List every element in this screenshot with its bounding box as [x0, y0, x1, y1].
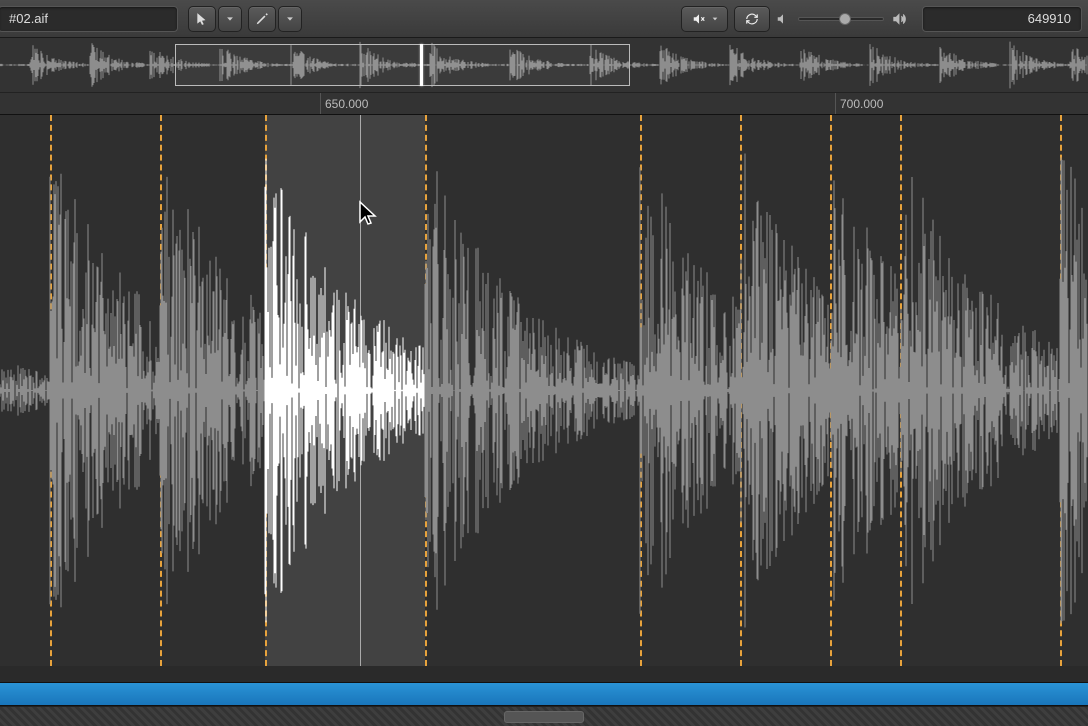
- chevron-down-icon: [711, 15, 719, 23]
- main-waveform-area[interactable]: [0, 115, 1088, 666]
- overview-waveform[interactable]: [0, 38, 1088, 93]
- scrollbar-thumb[interactable]: [504, 711, 584, 723]
- ruler-tick: 650.000: [320, 93, 368, 114]
- pointer-icon: [195, 12, 209, 26]
- chevron-down-icon: [285, 14, 295, 24]
- ruler-tick-label: 700.000: [840, 97, 883, 111]
- toolbar: #02.aif 649910: [0, 0, 1088, 38]
- main-wave-selected-svg: [0, 115, 1088, 666]
- pointer-tool-dropdown[interactable]: [218, 6, 242, 32]
- overview-visible-region[interactable]: [175, 44, 630, 86]
- volume-slider[interactable]: [776, 12, 906, 26]
- speaker-high-icon: [892, 12, 906, 26]
- chevron-down-icon: [225, 14, 235, 24]
- horizontal-scrollbar[interactable]: [0, 706, 1088, 726]
- speaker-mute-icon: [690, 12, 708, 26]
- volume-track[interactable]: [798, 17, 884, 21]
- mute-preview-button[interactable]: [681, 6, 728, 32]
- cycle-icon: [743, 12, 761, 26]
- volume-thumb[interactable]: [839, 13, 851, 25]
- pencil-tool-dropdown[interactable]: [278, 6, 302, 32]
- ruler-tick: 700.000: [835, 93, 883, 114]
- region-bar[interactable]: [0, 682, 1088, 706]
- overview-playhead[interactable]: [420, 44, 423, 86]
- ruler-tick-label: 650.000: [325, 97, 368, 111]
- file-name-label: #02.aif: [9, 11, 48, 26]
- time-ruler[interactable]: 650.000 700.000: [0, 93, 1088, 115]
- pencil-icon: [255, 12, 269, 26]
- speaker-low-icon: [776, 12, 790, 26]
- file-name-field[interactable]: #02.aif: [0, 6, 178, 32]
- tool-group-edit-tools: [188, 6, 302, 32]
- pointer-tool-button[interactable]: [188, 6, 216, 32]
- cycle-button[interactable]: [734, 6, 770, 32]
- pencil-tool-button[interactable]: [248, 6, 276, 32]
- position-field[interactable]: 649910: [922, 6, 1082, 32]
- position-value: 649910: [1028, 11, 1071, 26]
